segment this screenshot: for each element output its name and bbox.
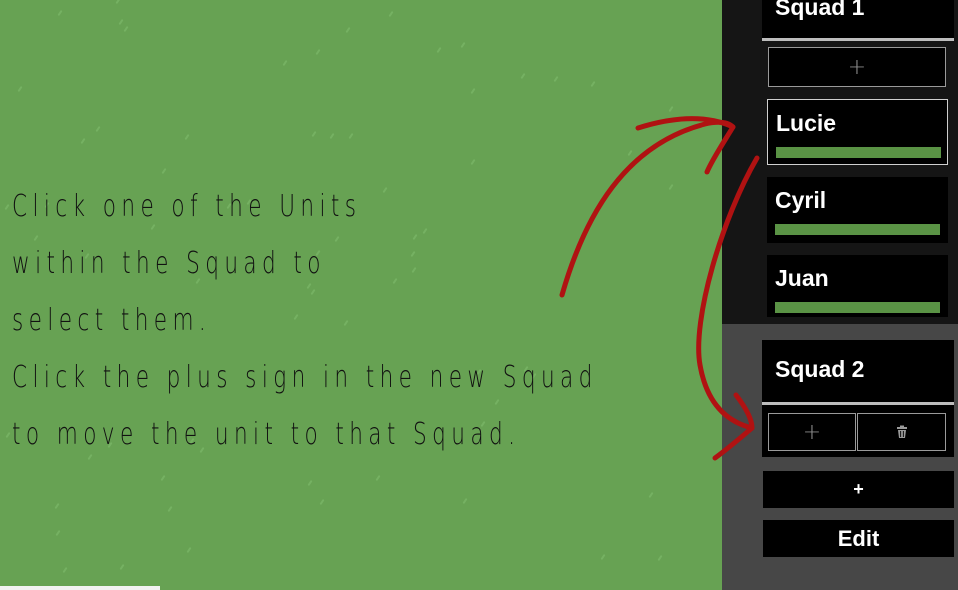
grass-blade: [375, 474, 381, 482]
grass-blade: [80, 137, 86, 145]
grass-blade: [184, 133, 190, 141]
tutorial-line: within the Squad to: [12, 246, 326, 281]
grass-blade: [470, 87, 476, 95]
squad-1-add-unit-button[interactable]: +: [768, 47, 946, 87]
unit-name: Lucie: [776, 110, 837, 136]
grass-blade: [462, 497, 468, 505]
unit-card-lucie[interactable]: Lucie: [767, 99, 948, 165]
tutorial-line: select them.: [12, 303, 212, 338]
grass-blade: [345, 26, 351, 34]
unit-health-bar: [776, 147, 941, 158]
grass-blade: [307, 479, 313, 487]
squad-1-header: Squad 1: [762, 0, 954, 38]
grass-blade: [119, 563, 125, 571]
add-squad-button[interactable]: +: [763, 471, 954, 508]
squad-1-title: Squad 1: [775, 0, 865, 20]
grass-blade: [329, 132, 335, 140]
plus-icon: +: [847, 54, 867, 80]
unit-card-juan[interactable]: Juan: [767, 255, 948, 317]
grass-blade: [657, 554, 663, 562]
grass-blade: [600, 553, 606, 561]
grass-blade: [315, 48, 321, 56]
squad-2-header: Squad 2: [762, 340, 954, 402]
grass-blade: [5, 431, 11, 439]
edit-button[interactable]: Edit: [763, 520, 954, 557]
squad-2-add-unit-button[interactable]: +: [768, 413, 856, 451]
grass-blade: [520, 72, 526, 80]
grass-blade: [161, 167, 167, 175]
grass-blade: [319, 498, 325, 506]
unit-health-bar: [775, 302, 940, 313]
grass-blade: [311, 130, 317, 138]
tutorial-line: Click one of the Units: [12, 189, 362, 224]
grass-blade: [167, 505, 173, 513]
grass-blade: [4, 203, 10, 211]
grass-blade: [123, 25, 129, 33]
grass-blade: [160, 474, 166, 482]
grass-blade: [186, 546, 192, 554]
unit-card-cyril[interactable]: Cyril: [767, 177, 948, 243]
grass-blade: [648, 491, 654, 499]
grass-blade: [627, 149, 633, 157]
tutorial-line: to move the unit to that Squad.: [12, 417, 521, 452]
grass-blade: [95, 125, 101, 133]
grass-blade: [460, 41, 466, 49]
tutorial-line: Click the plus sign in the new Squad: [12, 360, 598, 395]
trash-icon: [896, 425, 907, 438]
grass-blade: [590, 80, 596, 88]
field-edge-strip: [0, 586, 160, 590]
grass-blade: [348, 132, 354, 140]
grass-blade: [118, 18, 124, 26]
grass-blade: [470, 158, 476, 166]
unit-name: Juan: [775, 265, 829, 291]
squad-1-divider: [762, 38, 954, 41]
grass-blade: [62, 566, 68, 574]
grass-blade: [57, 9, 63, 17]
tutorial-text: Click one of the Units within the Squad …: [12, 178, 712, 463]
grass-blade: [388, 10, 394, 18]
grass-blade: [115, 0, 121, 5]
squad-2-delete-button[interactable]: [857, 413, 946, 451]
grass-blade: [282, 59, 288, 67]
game-field[interactable]: Click one of the Units within the Squad …: [0, 0, 722, 590]
grass-blade: [55, 529, 61, 537]
grass-blade: [553, 75, 559, 83]
grass-blade: [54, 502, 60, 510]
squad-2-title: Squad 2: [775, 356, 865, 382]
plus-icon: +: [802, 419, 822, 445]
grass-blade: [668, 105, 674, 113]
grass-blade: [436, 46, 442, 54]
unit-health-bar: [775, 224, 940, 235]
unit-name: Cyril: [775, 187, 827, 213]
grass-blade: [17, 85, 23, 93]
